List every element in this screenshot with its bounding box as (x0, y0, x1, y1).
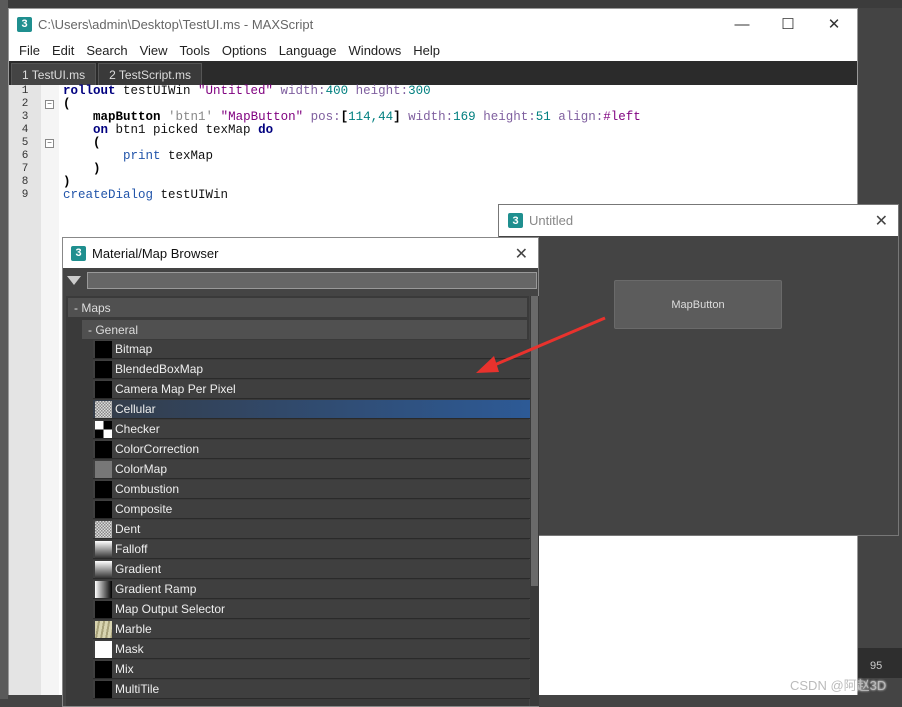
arrow-head (476, 356, 499, 373)
watermark: CSDN @阿赵3D (790, 678, 887, 693)
annotation-arrow (476, 316, 606, 373)
arrow-shaft (491, 316, 606, 368)
